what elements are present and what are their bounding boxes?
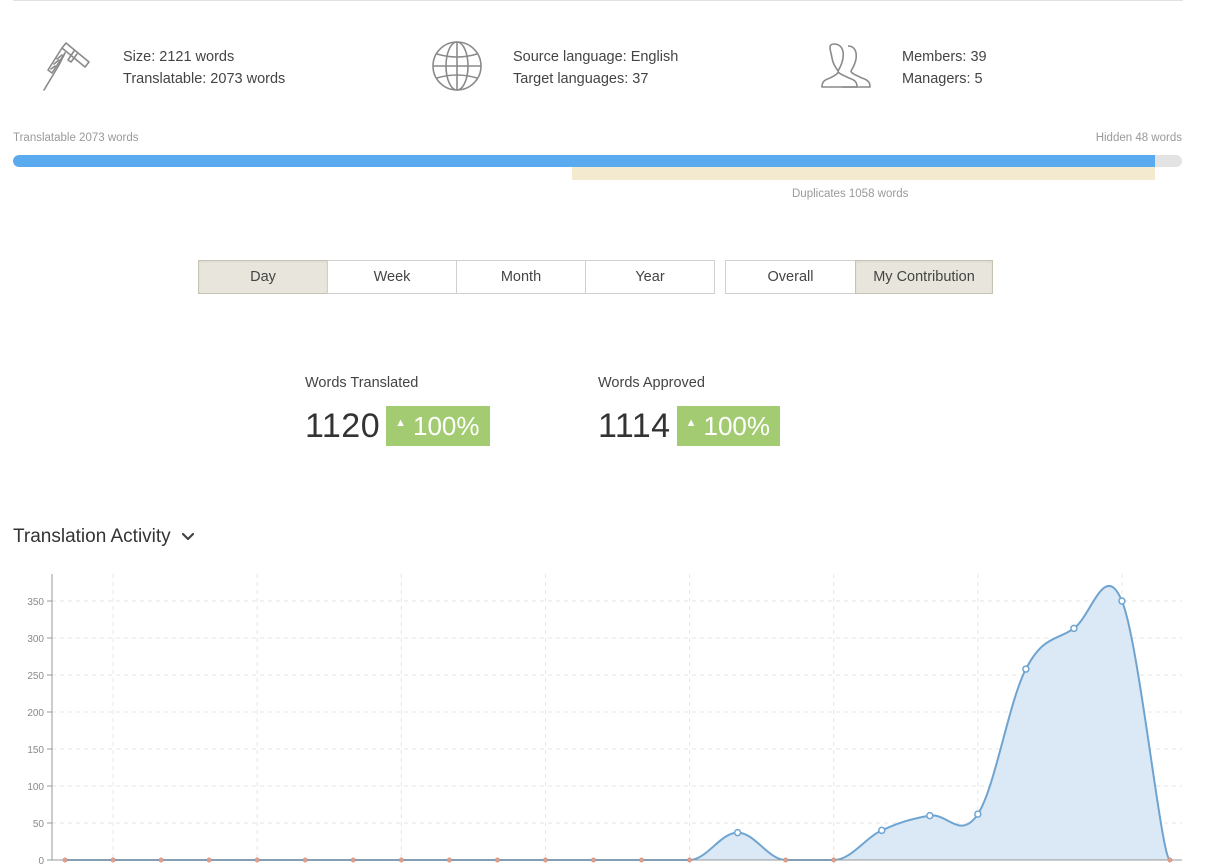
data-point [398, 857, 404, 863]
words-approved-change-badge: ▲ 100% [676, 406, 780, 446]
data-point [1022, 665, 1030, 673]
duplicates-label: Duplicates 1058 words [792, 188, 909, 200]
words-translated-label: Words Translated [305, 375, 419, 391]
data-point [254, 857, 260, 863]
data-point [542, 857, 548, 863]
data-point [206, 857, 212, 863]
y-tick-label: 100 [27, 782, 44, 793]
words-approved-metric: Words Approved 1114 ▲ 100% [598, 375, 780, 446]
words-translated-value: 1120 [305, 406, 381, 445]
translation-activity-dropdown[interactable]: Translation Activity [13, 526, 195, 548]
data-point [591, 857, 596, 863]
data-point [926, 811, 934, 820]
users-icon [821, 43, 871, 88]
y-tick-label: 350 [27, 597, 44, 608]
data-point [733, 828, 742, 837]
data-point [302, 857, 308, 863]
language-stat: Source language: English Target language… [430, 40, 760, 100]
y-tick-label: 50 [33, 819, 45, 830]
hidden-label: Hidden 48 words [1095, 132, 1182, 144]
translation-activity-title: Translation Activity [13, 526, 171, 547]
words-approved-label: Words Approved [598, 375, 705, 391]
source-language-text: Source language: English [513, 49, 679, 65]
series-area [65, 585, 1170, 860]
data-point [1070, 624, 1078, 633]
translatable-label: Translatable 2073 words [13, 132, 139, 144]
calipers-icon [43, 42, 90, 91]
members-text: Members: 39 [902, 49, 987, 65]
data-point [446, 857, 452, 863]
overall-button[interactable]: Overall [725, 260, 856, 294]
words-translated-change-badge: ▲ 100% [386, 406, 490, 446]
year-button[interactable]: Year [585, 260, 715, 294]
size-stat: Size: 2121 words Translatable: 2073 word… [40, 40, 370, 100]
month-button[interactable]: Month [456, 260, 586, 294]
week-button[interactable]: Week [327, 260, 457, 294]
data-point [687, 857, 693, 863]
data-point [877, 826, 886, 835]
translatable-fill [13, 155, 1156, 167]
y-tick-label: 250 [27, 671, 44, 682]
words-translated-change: 100% [413, 410, 480, 441]
words-translated-metric: Words Translated 1120 ▲ 100% [305, 375, 490, 446]
day-button[interactable]: Day [198, 260, 328, 294]
y-tick-label: 150 [27, 745, 44, 756]
up-triangle-icon: ▲ [685, 417, 697, 429]
data-point [639, 857, 644, 863]
up-triangle-icon: ▲ [395, 417, 407, 429]
managers-text: Managers: 5 [902, 71, 983, 87]
data-point [494, 857, 500, 863]
translation-activity-chart: 0 50 100 150 200 250 300 350 [27, 574, 1182, 864]
translation-progress-bar [13, 155, 1182, 167]
period-selector: Day Week Month Year [198, 260, 715, 294]
data-point [783, 857, 789, 863]
scope-selector: Overall My Contribution [725, 260, 993, 294]
data-point [1167, 857, 1173, 863]
words-approved-change: 100% [703, 410, 770, 441]
translatable-text: Translatable: 2073 words [123, 71, 286, 87]
target-languages-text: Target languages: 37 [513, 71, 649, 87]
data-point [158, 857, 164, 863]
team-stat: Members: 39 Managers: 5 [820, 40, 1150, 100]
data-point [62, 857, 68, 863]
y-tick-label: 300 [27, 634, 44, 645]
data-point [974, 810, 982, 818]
data-point [1118, 597, 1126, 605]
size-text: Size: 2121 words [123, 49, 235, 65]
top-divider [13, 0, 1183, 1]
y-tick-label: 0 [38, 856, 44, 864]
data-point [350, 857, 356, 863]
my-contribution-button[interactable]: My Contribution [855, 260, 993, 294]
globe-icon [432, 41, 482, 91]
duplicates-bar [571, 167, 1156, 180]
y-tick-label: 200 [27, 708, 44, 719]
data-point [110, 857, 116, 863]
words-approved-value: 1114 [598, 406, 671, 445]
data-point [831, 857, 837, 863]
chevron-down-icon [181, 532, 194, 541]
